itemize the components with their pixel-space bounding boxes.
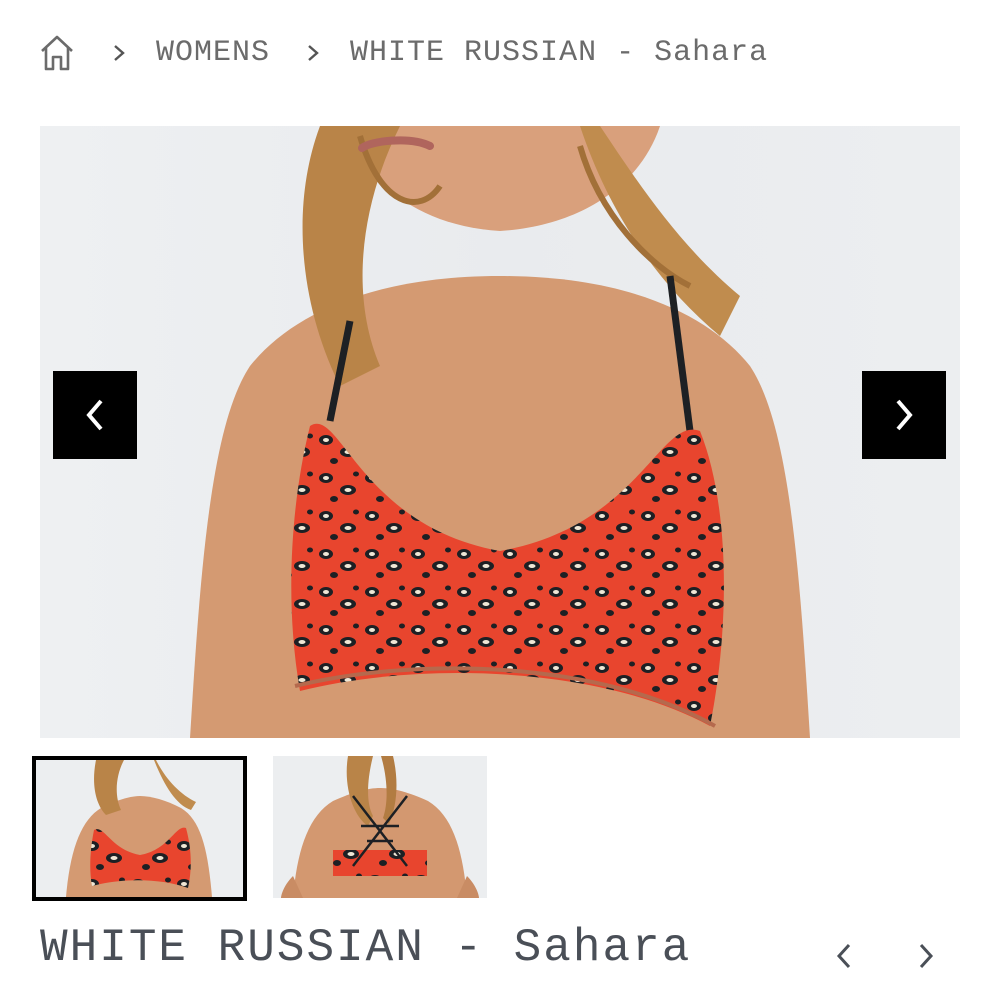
- product-photo: [190, 126, 810, 738]
- product-prev-button[interactable]: [824, 936, 864, 976]
- breadcrumb-current: WHITE RUSSIAN - Sahara: [350, 36, 769, 70]
- breadcrumb: WOMENS WHITE RUSSIAN - Sahara: [38, 28, 768, 78]
- chevron-right-icon: [302, 43, 324, 63]
- breadcrumb-item-womens[interactable]: WOMENS: [156, 36, 270, 70]
- thumbnail-back[interactable]: [273, 756, 487, 898]
- home-icon[interactable]: [38, 33, 76, 73]
- thumbnail-front-active[interactable]: [32, 756, 247, 901]
- thumbnail-front-image: [36, 760, 243, 897]
- product-title: WHITE RUSSIAN - Sahara: [40, 922, 692, 974]
- gallery-prev-button[interactable]: [53, 371, 137, 459]
- product-next-button[interactable]: [906, 936, 946, 976]
- chevron-right-icon: [108, 43, 130, 63]
- gallery-next-button[interactable]: [862, 371, 946, 459]
- product-image-main[interactable]: [40, 126, 960, 738]
- thumbnail-back-image: [273, 756, 487, 898]
